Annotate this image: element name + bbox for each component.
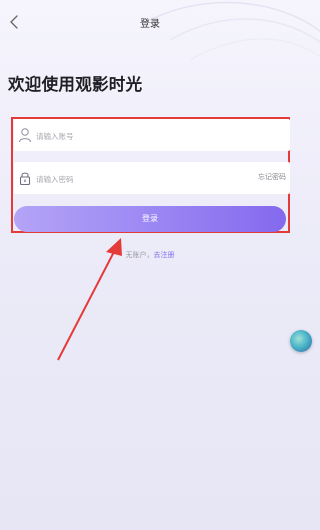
register-prompt: 无账户，去注册 xyxy=(0,250,300,260)
page-title: 登录 xyxy=(140,19,160,30)
register-link[interactable]: 去注册 xyxy=(154,251,175,259)
password-input[interactable] xyxy=(36,171,216,187)
floating-assistant-ball[interactable] xyxy=(290,330,312,352)
password-field[interactable]: 忘记密码 xyxy=(14,162,290,194)
nav-bar: 登录 xyxy=(0,0,300,44)
annotation-arrow-shaft xyxy=(57,245,118,361)
account-input[interactable] xyxy=(36,128,216,144)
welcome-heading: 欢迎使用观影时光 xyxy=(8,75,143,94)
account-field[interactable] xyxy=(14,119,290,151)
user-icon xyxy=(19,128,31,143)
login-button[interactable]: 登录 xyxy=(14,206,286,232)
register-prefix: 无账户， xyxy=(125,251,154,259)
lock-icon xyxy=(19,172,31,186)
forgot-password-link[interactable]: 忘记密码 xyxy=(258,172,286,182)
